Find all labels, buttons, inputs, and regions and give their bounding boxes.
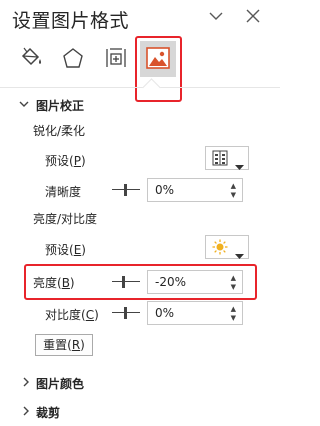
- panel-title: 设置图片格式: [12, 10, 130, 32]
- highlight-brightness-row: [24, 264, 257, 300]
- brightness-contrast-heading: 亮度/对比度: [33, 212, 98, 226]
- chevron-down-icon[interactable]: [19, 99, 29, 112]
- tab-fill-line[interactable]: [14, 40, 48, 80]
- spinner-down-icon[interactable]: ▼: [231, 191, 236, 199]
- chevron-down-icon[interactable]: [209, 8, 223, 28]
- brightness-presets-dropdown[interactable]: [205, 235, 249, 259]
- caret-down-icon: [235, 245, 244, 264]
- chevron-right-icon[interactable]: [21, 406, 31, 419]
- sharpness-slider[interactable]: [112, 184, 140, 196]
- spinner-up-icon[interactable]: ▲: [231, 182, 236, 190]
- contrast-spinner[interactable]: 0% ▲ ▼: [147, 301, 243, 325]
- reset-button[interactable]: 重置(R): [35, 334, 93, 356]
- sharpen-presets-label: 预设(P): [45, 154, 86, 168]
- chevron-right-icon[interactable]: [21, 377, 31, 390]
- tab-size-properties[interactable]: [99, 40, 133, 80]
- sharpen-presets-dropdown[interactable]: [205, 146, 249, 170]
- close-icon[interactable]: [246, 8, 260, 28]
- section-title-crop[interactable]: 裁剪: [36, 404, 60, 421]
- contrast-label: 对比度(C): [45, 308, 99, 322]
- spinner-down-icon[interactable]: ▼: [231, 314, 236, 322]
- section-title-picture-corrections[interactable]: 图片校正: [36, 97, 84, 114]
- brightness-presets-label: 预设(E): [45, 243, 86, 257]
- sharpen-soften-heading: 锐化/柔化: [33, 124, 86, 138]
- sharpen-preset-icon: [212, 150, 228, 170]
- contrast-slider[interactable]: [112, 307, 140, 319]
- pentagon-icon: [62, 47, 84, 73]
- highlight-tab-picture: [135, 36, 182, 102]
- paint-bucket-icon: [18, 46, 44, 74]
- tab-separator: [0, 87, 280, 88]
- sharpness-spinner[interactable]: 0% ▲ ▼: [147, 178, 243, 202]
- sharpness-label: 清晰度: [45, 185, 82, 199]
- contrast-value[interactable]: 0%: [155, 306, 174, 320]
- sun-icon: [212, 239, 228, 259]
- sharpness-value[interactable]: 0%: [155, 183, 174, 197]
- spinner-up-icon[interactable]: ▲: [231, 305, 236, 313]
- size-position-icon: [104, 46, 128, 74]
- section-title-picture-color[interactable]: 图片颜色: [36, 375, 84, 392]
- caret-down-icon: [235, 156, 244, 175]
- tab-effects[interactable]: [56, 40, 90, 80]
